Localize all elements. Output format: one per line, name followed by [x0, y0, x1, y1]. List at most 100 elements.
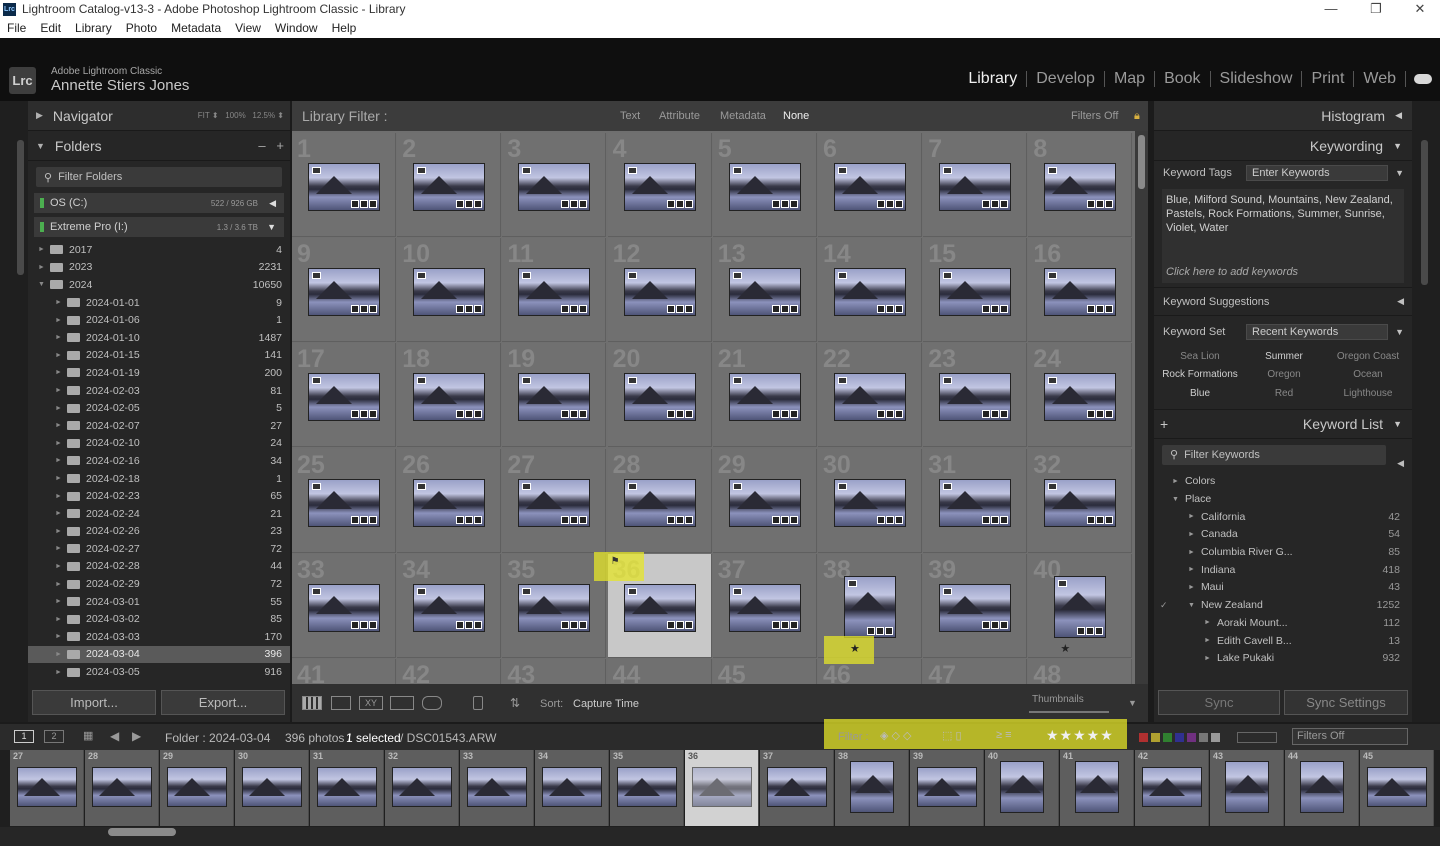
keyword-list-header[interactable]: + Keyword List ▼	[1154, 408, 1412, 439]
photo-thumbnail[interactable]	[1044, 163, 1117, 211]
filmstrip-cell[interactable]: 34	[535, 750, 609, 826]
filmstrip-cell[interactable]: 36	[685, 750, 759, 826]
grid-cell[interactable]: 33	[292, 553, 396, 658]
metadata-badges[interactable]	[350, 515, 377, 524]
photo-thumbnail[interactable]	[939, 268, 1012, 317]
maximize-button[interactable]: ❐	[1353, 0, 1399, 18]
metadata-badges[interactable]	[350, 200, 377, 208]
label-filter-other[interactable]	[1199, 733, 1208, 742]
photo-thumbnail[interactable]	[308, 478, 380, 527]
disclosure-triangle-icon[interactable]: ►	[55, 369, 63, 376]
add-keyword-button[interactable]: +	[1160, 416, 1168, 432]
metadata-badges[interactable]	[455, 410, 483, 419]
grid-cell[interactable]: 3	[502, 133, 607, 237]
grid-cell[interactable]: 12	[607, 238, 712, 343]
disclosure-triangle-icon[interactable]: ►	[55, 528, 63, 535]
disclosure-triangle-icon[interactable]: ►	[55, 545, 63, 552]
checkmark-icon[interactable]: ✓	[1160, 600, 1168, 611]
folder-row[interactable]: ► 2024-02-07 27	[28, 417, 290, 435]
menu-edit[interactable]: Edit	[40, 21, 61, 35]
star-rating-icon[interactable]: ★	[850, 642, 860, 655]
folder-row[interactable]: ► 2024-03-03 170	[28, 628, 290, 646]
grid-cell[interactable]: 41	[292, 659, 396, 684]
grid-cell[interactable]: 27	[502, 448, 607, 553]
metadata-badges[interactable]	[771, 515, 798, 524]
metadata-badges[interactable]	[1076, 626, 1104, 635]
filter-preset-dropdown[interactable]: Filters Off	[1071, 110, 1118, 122]
grid-cell[interactable]: 1	[292, 133, 396, 237]
folder-row[interactable]: ► 2024-02-03 81	[28, 382, 290, 400]
disclosure-triangle-icon[interactable]: ►	[55, 493, 63, 500]
filmstrip-cell[interactable]: 42	[1135, 750, 1209, 826]
module-map[interactable]: Map	[1105, 71, 1156, 87]
filmstrip-thumbnail[interactable]	[1142, 767, 1202, 807]
left-panel-scrollbar[interactable]	[17, 140, 24, 275]
grid-cell[interactable]: 21	[712, 343, 817, 448]
filmstrip-thumbnail[interactable]	[542, 767, 602, 807]
filmstrip-cell[interactable]: 29	[160, 750, 234, 826]
module-develop[interactable]: Develop	[1027, 71, 1105, 87]
photo-thumbnail[interactable]	[834, 373, 906, 422]
keyword-row[interactable]: ► Aoraki Mount... 112	[1154, 614, 1412, 632]
compare-view-icon[interactable]: XY	[359, 696, 383, 710]
label-filter-purple[interactable]	[1187, 733, 1196, 742]
histogram-header[interactable]: Histogram ◀	[1154, 101, 1412, 131]
photo-thumbnail[interactable]	[518, 478, 591, 527]
keyword-set-dropdown[interactable]: Recent Keywords	[1246, 323, 1388, 340]
disclosure-triangle-icon[interactable]: ►	[1188, 531, 1195, 538]
metadata-badges[interactable]	[455, 620, 483, 629]
grid-cell[interactable]: 34	[397, 553, 502, 658]
photo-thumbnail[interactable]	[834, 163, 906, 211]
metadata-badges[interactable]	[876, 305, 903, 314]
folder-row[interactable]: ► 2024-03-05 916	[28, 663, 290, 681]
metadata-badges[interactable]	[455, 305, 483, 314]
volume-expand-icon[interactable]: ▼	[267, 222, 276, 232]
rating-filter-stars[interactable]: ★★★★★	[1046, 727, 1114, 744]
photo-thumbnail[interactable]	[413, 268, 486, 317]
disclosure-triangle-icon[interactable]: ►	[1188, 566, 1195, 573]
photo-thumbnail[interactable]	[413, 478, 486, 527]
metadata-badges[interactable]	[666, 200, 693, 208]
photo-thumbnail[interactable]	[518, 583, 591, 632]
disclosure-triangle-icon[interactable]: ►	[55, 457, 63, 464]
metadata-badges[interactable]	[866, 626, 893, 635]
right-panel-scrollbar[interactable]	[1421, 140, 1428, 285]
metadata-badges[interactable]	[560, 200, 588, 208]
grid-cell[interactable]: 8	[1028, 133, 1133, 237]
grid-cell[interactable]: 32	[1028, 448, 1133, 553]
metadata-badges[interactable]	[560, 515, 588, 524]
photo-thumbnail[interactable]	[518, 163, 591, 211]
grid-cell[interactable]: 19	[502, 343, 607, 448]
keyword-row[interactable]: ▼ Place	[1154, 490, 1412, 508]
disclosure-triangle-icon[interactable]: ▼	[1172, 496, 1179, 503]
cloud-icon[interactable]	[1414, 74, 1432, 84]
folder-row[interactable]: ► 2024-02-24 21	[28, 505, 290, 523]
grid-cell[interactable]: 13	[712, 238, 817, 343]
export-button[interactable]: Export...	[161, 690, 285, 715]
label-filter-blue[interactable]	[1175, 733, 1184, 742]
disclosure-triangle-icon[interactable]: ►	[55, 669, 63, 676]
menu-library[interactable]: Library	[75, 21, 112, 35]
disclosure-triangle-icon[interactable]: ►	[1172, 478, 1179, 485]
grid-view-icon[interactable]	[302, 696, 322, 710]
metadata-badges[interactable]	[350, 305, 377, 314]
metadata-badges[interactable]	[1086, 515, 1114, 524]
rating-operator-icon[interactable]: ≥ ≡	[996, 729, 1012, 741]
menu-file[interactable]: File	[7, 21, 26, 35]
photo-thumbnail[interactable]	[728, 373, 801, 422]
disclosure-triangle-icon[interactable]: ►	[1188, 513, 1195, 520]
metadata-badges[interactable]	[981, 620, 1009, 629]
volume-collapse-icon[interactable]: ◀	[269, 198, 276, 209]
keyword-row[interactable]: ► Maui 43	[1154, 579, 1412, 597]
filmstrip-cell[interactable]: 38	[835, 750, 909, 826]
label-filter-red[interactable]	[1139, 733, 1148, 742]
filmstrip-thumbnail[interactable]	[1367, 767, 1427, 807]
disclosure-triangle-icon[interactable]: ►	[55, 334, 63, 341]
folder-row[interactable]: ► 2024-01-15 141	[28, 347, 290, 365]
keyword-set-menu-icon[interactable]: ▼	[1395, 327, 1404, 337]
grid-cell[interactable]: 42	[397, 659, 502, 684]
folder-row[interactable]: ► 2024-02-10 24	[28, 435, 290, 453]
grid-cell[interactable]: 22	[818, 343, 922, 448]
disclosure-triangle-icon[interactable]: ►	[55, 510, 63, 517]
photo-thumbnail[interactable]	[308, 373, 380, 422]
